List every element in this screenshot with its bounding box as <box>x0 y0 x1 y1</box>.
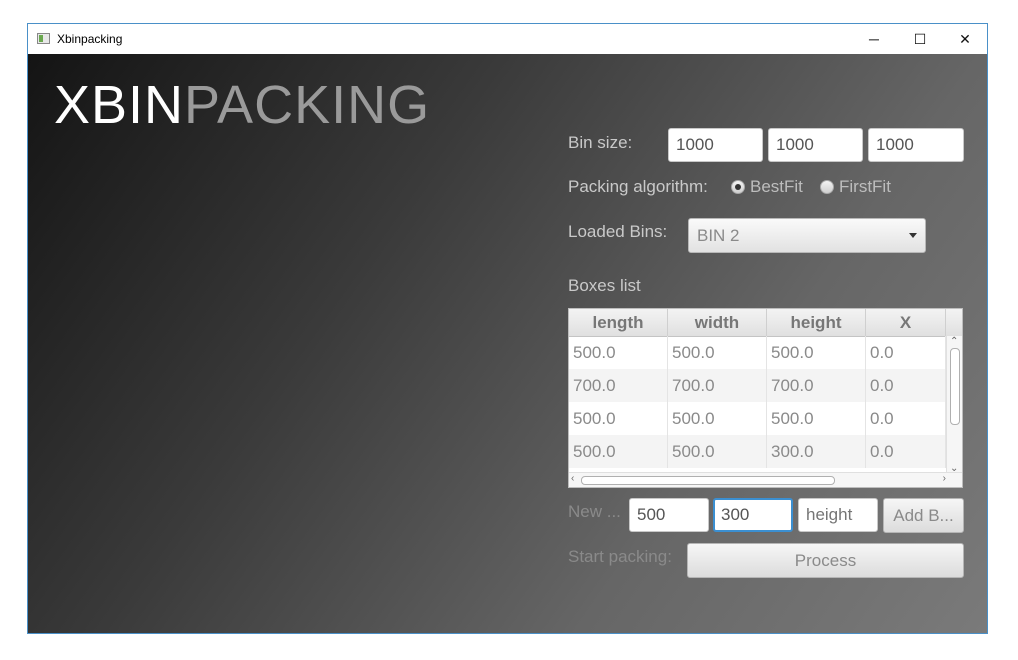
bin-width-input[interactable] <box>768 128 863 162</box>
table-cell: 0.0 <box>866 402 946 435</box>
scroll-left-icon[interactable]: ‹ <box>571 473 574 484</box>
radio-firstfit-label: FirstFit <box>839 177 891 196</box>
minimize-button[interactable]: ─ <box>851 24 897 54</box>
horizontal-scrollbar[interactable]: ‹ › <box>569 472 962 487</box>
loaded-bins-dropdown[interactable]: BIN 2 <box>688 218 926 253</box>
vertical-scroll-thumb[interactable] <box>950 348 960 425</box>
vertical-scrollbar[interactable]: ⌃ ⌄ <box>946 336 962 474</box>
table-row[interactable]: 500.0 500.0 300.0 0.0 <box>569 435 946 468</box>
column-header-x[interactable]: X <box>866 309 946 336</box>
new-box-label: New ... <box>568 502 621 521</box>
scroll-up-icon[interactable]: ⌃ <box>950 336 958 347</box>
bin-length-input[interactable] <box>668 128 763 162</box>
table-header: length width height X <box>569 309 962 337</box>
radio-bestfit[interactable]: BestFit <box>731 177 803 197</box>
add-box-button[interactable]: Add B... <box>883 498 964 533</box>
table-row[interactable]: 500.0 500.0 500.0 0.0 <box>569 402 946 435</box>
radio-bestfit-label: BestFit <box>750 177 803 196</box>
boxes-table[interactable]: length width height X 500.0 500.0 500.0 … <box>568 308 963 488</box>
table-row[interactable]: 500.0 500.0 500.0 0.0 <box>569 336 946 369</box>
process-button[interactable]: Process <box>687 543 964 578</box>
main-panel: XBINPACKING Bin size: Packing algorithm:… <box>28 54 987 633</box>
bin-size-label: Bin size: <box>568 133 633 152</box>
column-header-height[interactable]: height <box>767 309 866 336</box>
chevron-down-icon <box>909 233 917 238</box>
table-cell: 500.0 <box>569 402 668 435</box>
column-header-length[interactable]: length <box>569 309 668 336</box>
loaded-bins-value: BIN 2 <box>697 226 740 245</box>
radio-unchecked-icon <box>820 180 834 194</box>
table-cell: 0.0 <box>866 336 946 369</box>
title-bar: Xbinpacking ─ ☐ ✕ <box>28 24 987 54</box>
column-header-width[interactable]: width <box>668 309 767 336</box>
scroll-right-icon[interactable]: › <box>943 473 946 484</box>
boxes-list-label: Boxes list <box>568 276 641 295</box>
new-box-length-input[interactable] <box>629 498 709 532</box>
loaded-bins-label: Loaded Bins: <box>568 222 668 241</box>
window-title: Xbinpacking <box>57 32 123 46</box>
table-cell: 700.0 <box>569 369 668 402</box>
app-icon <box>37 33 50 44</box>
table-cell: 500.0 <box>668 402 767 435</box>
radio-firstfit[interactable]: FirstFit <box>820 177 891 197</box>
horizontal-scroll-thumb[interactable] <box>581 476 835 485</box>
radio-checked-icon <box>731 180 745 194</box>
table-cell: 500.0 <box>569 435 668 468</box>
packing-algorithm-label: Packing algorithm: <box>568 177 708 196</box>
app-window: Xbinpacking ─ ☐ ✕ XBINPACKING Bin size: … <box>27 23 988 634</box>
new-box-height-input[interactable] <box>798 498 878 532</box>
new-box-width-input[interactable] <box>713 498 793 532</box>
close-icon: ✕ <box>959 30 971 47</box>
maximize-icon: ☐ <box>913 30 927 47</box>
table-cell: 0.0 <box>866 435 946 468</box>
table-cell: 300.0 <box>767 435 866 468</box>
table-cell: 500.0 <box>569 336 668 369</box>
table-cell: 0.0 <box>866 369 946 402</box>
table-cell: 700.0 <box>767 369 866 402</box>
table-cell: 500.0 <box>668 336 767 369</box>
table-cell: 700.0 <box>668 369 767 402</box>
bin-height-input[interactable] <box>868 128 964 162</box>
start-packing-label: Start packing: <box>568 547 672 566</box>
table-cell: 500.0 <box>767 336 866 369</box>
table-row[interactable]: 700.0 700.0 700.0 0.0 <box>569 369 946 402</box>
maximize-button[interactable]: ☐ <box>897 24 943 54</box>
table-cell: 500.0 <box>668 435 767 468</box>
minimize-icon: ─ <box>869 31 879 47</box>
table-cell: 500.0 <box>767 402 866 435</box>
app-logo: XBINPACKING <box>54 75 431 135</box>
close-button[interactable]: ✕ <box>942 24 988 54</box>
